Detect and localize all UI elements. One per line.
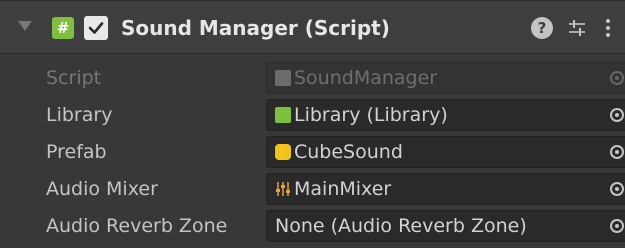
field-label: Prefab [46, 141, 107, 163]
csharp-script-icon [275, 70, 291, 86]
object-field-script: SoundManager [266, 62, 625, 94]
csharp-script-icon [275, 107, 291, 123]
csharp-script-icon: # [52, 17, 74, 39]
field-row-prefab: Prefab CubeSound [0, 134, 625, 170]
field-row-library: Library Library (Library) [0, 97, 625, 133]
field-row-audio-mixer: Audio Mixer MainMixer [0, 171, 625, 207]
field-value: None (Audio Reverb Zone) [275, 215, 527, 237]
field-row-audio-reverb-zone: Audio Reverb Zone None (Audio Reverb Zon… [0, 208, 625, 244]
object-field-audio-mixer[interactable]: MainMixer [266, 173, 625, 205]
object-field-prefab[interactable]: CubeSound [266, 136, 625, 168]
object-field-audio-reverb-zone[interactable]: None (Audio Reverb Zone) [266, 210, 625, 242]
audio-mixer-icon [276, 182, 290, 196]
object-picker-icon[interactable] [610, 108, 624, 122]
prefab-icon [275, 144, 291, 160]
field-value: SoundManager [294, 67, 438, 89]
help-icon[interactable]: ? [531, 17, 553, 39]
object-field-library[interactable]: Library (Library) [266, 99, 625, 131]
field-label: Library [46, 104, 113, 126]
object-picker-icon[interactable] [610, 219, 624, 233]
kebab-menu-icon[interactable] [603, 17, 613, 39]
triangle-down-icon[interactable] [18, 21, 32, 31]
object-picker-icon[interactable] [610, 145, 624, 159]
field-value: Library (Library) [294, 104, 448, 126]
component-header[interactable]: # Sound Manager (Script) ? [0, 0, 625, 54]
checkmark-icon [88, 22, 104, 34]
field-value: MainMixer [294, 178, 392, 200]
component-enabled-checkbox[interactable] [84, 16, 108, 40]
object-picker-icon[interactable] [610, 182, 624, 196]
component-title: Sound Manager (Script) [121, 16, 390, 40]
presets-icon[interactable] [566, 17, 588, 39]
field-label: Audio Mixer [46, 178, 158, 200]
field-value: CubeSound [294, 141, 403, 163]
field-row-script: Script SoundManager [0, 60, 625, 96]
field-label: Script [46, 67, 102, 89]
object-picker-icon [610, 71, 624, 85]
field-label: Audio Reverb Zone [46, 215, 228, 237]
